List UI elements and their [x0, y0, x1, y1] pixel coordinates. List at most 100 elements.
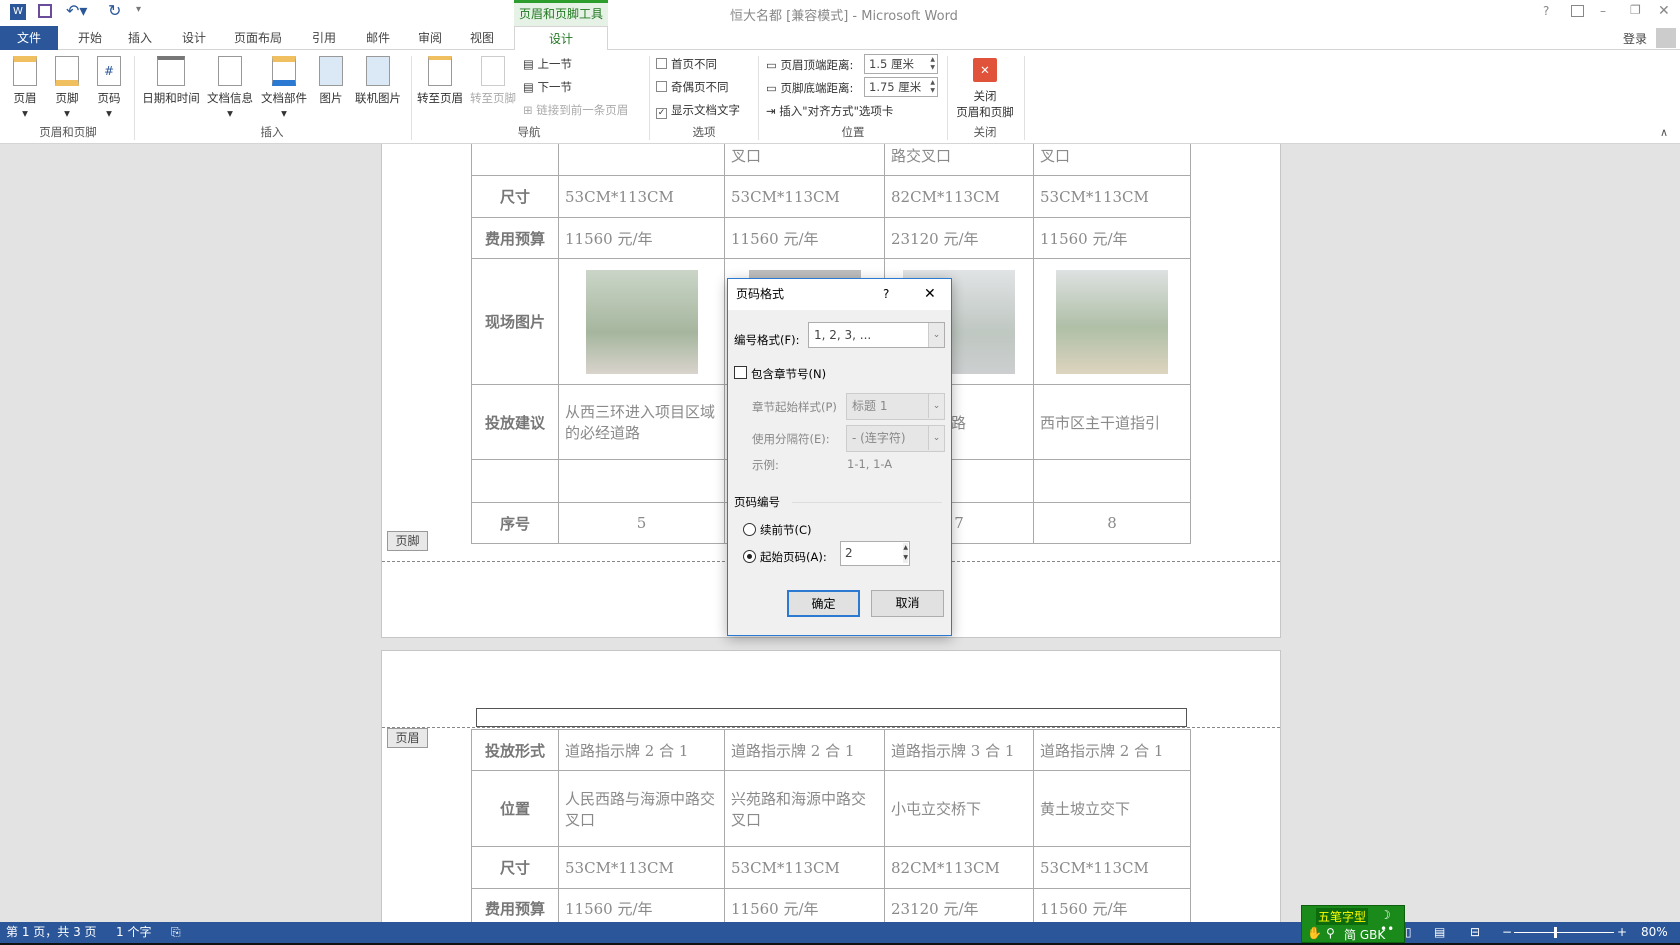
- table-cell[interactable]: 23120 元/年: [884, 217, 1034, 259]
- table-cell[interactable]: 路交叉口: [884, 144, 1034, 176]
- online-picture-button[interactable]: 联机图片: [352, 56, 404, 106]
- word-count[interactable]: 1 个字: [116, 922, 151, 943]
- tab-page-layout[interactable]: 页面布局: [228, 26, 288, 50]
- table-cell[interactable]: 11560 元/年: [724, 217, 885, 259]
- table-cell[interactable]: 11560 元/年: [558, 217, 725, 259]
- redo-icon[interactable]: ↻: [108, 1, 121, 20]
- tab-home[interactable]: 开始: [70, 26, 110, 50]
- word-icon[interactable]: W: [10, 4, 26, 20]
- table-cell[interactable]: 53CM*113CM: [558, 175, 725, 218]
- table-cell[interactable]: 82CM*113CM: [884, 175, 1034, 218]
- ime-hand-icon[interactable]: ✋: [1307, 926, 1322, 940]
- site-photo[interactable]: [585, 269, 698, 374]
- row-header[interactable]: 费用预算: [471, 217, 559, 259]
- collapse-ribbon-icon[interactable]: ∧: [1660, 126, 1668, 139]
- table-cell[interactable]: 11560 元/年: [1033, 217, 1191, 259]
- row-header[interactable]: [471, 144, 559, 176]
- site-photo[interactable]: [1056, 269, 1168, 374]
- start-at-input[interactable]: 2 ▲ ▼: [840, 541, 910, 566]
- spin-arrows-icon[interactable]: ▲ ▼: [930, 79, 935, 95]
- tab-mailings[interactable]: 邮件: [360, 26, 396, 50]
- table-cell[interactable]: 53CM*113CM: [724, 846, 885, 889]
- spin-arrows-icon[interactable]: ▲ ▼: [903, 543, 908, 563]
- table-cell[interactable]: 叉口: [724, 144, 885, 176]
- save-icon[interactable]: [38, 4, 52, 18]
- page-count[interactable]: 第 1 页，共 3 页: [6, 922, 97, 943]
- row-header[interactable]: 投放形式: [471, 729, 559, 771]
- link-to-previous-button[interactable]: ⊞ 链接到前一条页眉: [523, 102, 628, 118]
- table-cell[interactable]: 道路指示牌 3 合 1: [884, 729, 1034, 771]
- table-cell[interactable]: 道路指示牌 2 合 1: [1033, 729, 1191, 771]
- table-cell[interactable]: 人民西路与海源中路交叉口: [558, 770, 725, 847]
- table-cell[interactable]: [558, 144, 725, 176]
- row-header[interactable]: 尺寸: [471, 175, 559, 218]
- help-button[interactable]: ?: [1543, 4, 1549, 18]
- tab-view[interactable]: 视图: [464, 26, 500, 50]
- table-cell[interactable]: [558, 258, 725, 385]
- chapter-style-select[interactable]: 标题 1 ⌄: [846, 393, 945, 420]
- footer-bottom-distance-input[interactable]: 1.75 厘米 ▲ ▼: [864, 77, 938, 97]
- zoom-out-button[interactable]: −: [1502, 922, 1512, 943]
- date-time-button[interactable]: 日期和时间: [140, 56, 202, 106]
- goto-footer-button[interactable]: 转至页脚: [467, 56, 519, 106]
- next-section-button[interactable]: ▤ 下一节: [523, 79, 572, 95]
- ime-mode[interactable]: 简 GBK: [1344, 926, 1385, 943]
- separator-select[interactable]: - (连字符) ⌄: [846, 425, 945, 452]
- different-odd-even-checkbox[interactable]: 奇偶页不同: [656, 79, 729, 95]
- table-cell[interactable]: [1033, 459, 1191, 503]
- table-cell[interactable]: 11560 元/年: [1033, 888, 1191, 922]
- ok-button[interactable]: 确定: [787, 590, 860, 617]
- zoom-level[interactable]: 80%: [1641, 922, 1668, 943]
- tab-design[interactable]: 设计: [176, 26, 212, 50]
- different-first-page-checkbox[interactable]: 首页不同: [656, 56, 717, 72]
- tab-review[interactable]: 审阅: [412, 26, 448, 50]
- table-cell[interactable]: 82CM*113CM: [884, 846, 1034, 889]
- tab-insert[interactable]: 插入: [122, 26, 158, 50]
- include-chapter-checkbox[interactable]: 包含章节号(N): [734, 366, 826, 382]
- table-cell[interactable]: 53CM*113CM: [1033, 846, 1191, 889]
- avatar[interactable]: [1656, 28, 1676, 48]
- cancel-button[interactable]: 取消: [871, 590, 944, 617]
- restore-icon[interactable]: ❐: [1630, 3, 1641, 17]
- table-cell[interactable]: 西市区主干道指引: [1033, 384, 1191, 460]
- row-header[interactable]: 尺寸: [471, 846, 559, 889]
- table-cell[interactable]: 8: [1033, 502, 1191, 544]
- ime-toolbar[interactable]: 五笔字型 ☽ •• ✋ ⚲ 简 GBK: [1301, 905, 1405, 943]
- table-cell[interactable]: 道路指示牌 2 合 1: [724, 729, 885, 771]
- table-cell[interactable]: 黄土坡立交下: [1033, 770, 1191, 847]
- row-header[interactable]: 费用预算: [471, 888, 559, 922]
- table-cell[interactable]: 道路指示牌 2 合 1: [558, 729, 725, 771]
- ime-name[interactable]: 五笔字型: [1316, 908, 1369, 925]
- minimize-icon[interactable]: –: [1600, 4, 1606, 18]
- dialog-help-button[interactable]: ?: [883, 279, 889, 310]
- undo-icon[interactable]: ↶▾: [66, 1, 87, 20]
- continue-previous-radio[interactable]: 续前节(C): [743, 522, 812, 538]
- header-button[interactable]: 页眉 ▾: [8, 56, 42, 120]
- number-format-select[interactable]: 1, 2, 3, ... ⌄: [808, 322, 945, 348]
- chevron-down-icon[interactable]: ⌄: [928, 323, 944, 347]
- table-cell[interactable]: 小屯立交桥下: [884, 770, 1034, 847]
- proofing-icon[interactable]: ⎘: [171, 922, 181, 943]
- login-link[interactable]: 登录: [1623, 30, 1647, 47]
- table-cell[interactable]: [558, 459, 725, 503]
- close-header-footer-button[interactable]: ✕ 关闭 页眉和页脚: [950, 58, 1020, 120]
- table-cell[interactable]: 53CM*113CM: [1033, 175, 1191, 218]
- dialog-close-icon[interactable]: ✕: [924, 279, 936, 310]
- zoom-in-button[interactable]: +: [1617, 922, 1627, 943]
- table-cell[interactable]: 5: [558, 502, 725, 544]
- table-cell[interactable]: 11560 元/年: [558, 888, 725, 922]
- ribbon-display-options-icon[interactable]: [1571, 5, 1584, 17]
- header-top-distance-input[interactable]: 1.5 厘米 ▲ ▼: [864, 54, 938, 74]
- goto-header-button[interactable]: 转至页眉: [414, 56, 466, 106]
- close-window-icon[interactable]: ✕: [1658, 3, 1670, 19]
- table-cell[interactable]: 53CM*113CM: [724, 175, 885, 218]
- row-header[interactable]: 位置: [471, 770, 559, 847]
- footer-button[interactable]: 页脚 ▾: [50, 56, 84, 120]
- table-cell[interactable]: 53CM*113CM: [558, 846, 725, 889]
- quick-parts-button[interactable]: 文档部件 ▾: [258, 56, 310, 120]
- tab-hf-design[interactable]: 设计: [514, 26, 608, 51]
- customize-qat-icon[interactable]: ▾: [136, 4, 141, 15]
- zoom-slider-thumb[interactable]: [1554, 927, 1557, 938]
- read-mode-icon[interactable]: ▯: [1405, 922, 1412, 943]
- show-document-text-checkbox[interactable]: ✓ 显示文档文字: [656, 102, 740, 119]
